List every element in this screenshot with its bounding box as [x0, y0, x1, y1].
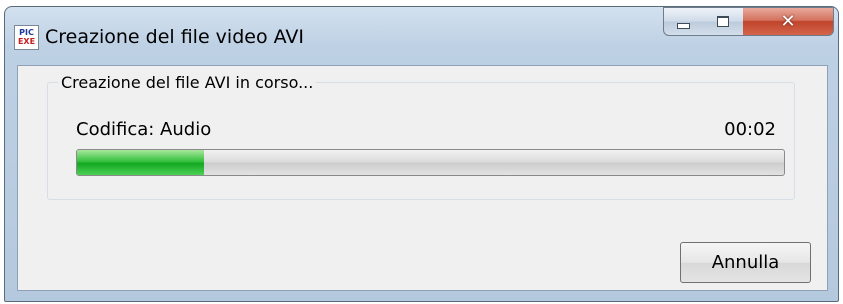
- window-title: Creazione del file video AVI: [45, 26, 305, 48]
- progress-group: Creazione del file AVI in corso... Codif…: [47, 73, 795, 200]
- maximize-button[interactable]: [703, 7, 744, 36]
- dialog-window: PIC EXE Creazione del file video AVI ✕ C…: [4, 6, 839, 302]
- app-icon-line2: EXE: [17, 37, 36, 46]
- dialog-client-area: Creazione del file AVI in corso... Codif…: [17, 65, 828, 291]
- minimize-button[interactable]: [663, 7, 704, 36]
- group-label: Creazione del file AVI in corso...: [58, 73, 317, 92]
- maximize-icon: [717, 16, 729, 27]
- title-bar[interactable]: PIC EXE Creazione del file video AVI ✕: [5, 7, 838, 65]
- pic-exe-icon: PIC EXE: [14, 25, 39, 50]
- progress-fill: [77, 150, 205, 175]
- cancel-button[interactable]: Annulla: [680, 242, 811, 283]
- elapsed-time: 00:02: [724, 119, 776, 140]
- close-icon: ✕: [780, 10, 796, 32]
- minimize-icon: [677, 22, 690, 29]
- progress-bar: [76, 149, 785, 176]
- app-icon-line1: PIC: [19, 28, 34, 37]
- close-button[interactable]: ✕: [743, 7, 834, 36]
- status-text: Codifica: Audio: [76, 119, 212, 140]
